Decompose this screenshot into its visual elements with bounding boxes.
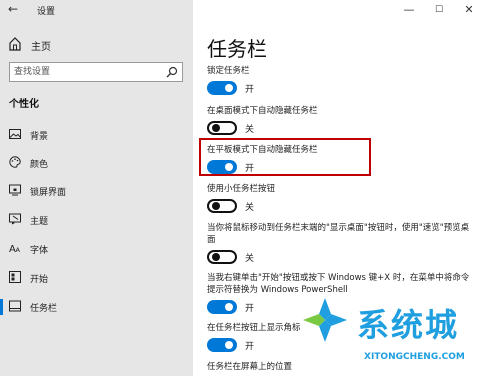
toggle-state-label: 关 (245, 254, 255, 264)
toggle-state-label: 关 (245, 125, 255, 135)
toggle-switch[interactable] (207, 121, 237, 135)
setting-autohide-desktop: 在桌面模式下自动隐藏任务栏 关 (207, 105, 475, 135)
search-icon[interactable] (166, 66, 178, 78)
setting-label: 锁定任务栏 (207, 66, 250, 76)
toggle-switch[interactable] (207, 300, 237, 314)
lock-screen-icon (9, 184, 21, 196)
toggle-switch[interactable] (207, 250, 237, 264)
toggle-state-label: 关 (245, 203, 255, 213)
toggle-state-label: 开 (245, 342, 255, 352)
svg-text:A: A (16, 246, 21, 254)
sidebar-item-fonts[interactable]: A A 字体 (0, 236, 193, 262)
highlight-frame (199, 138, 371, 176)
sidebar-item-themes[interactable]: 主题 (0, 207, 193, 233)
theme-icon (9, 213, 21, 225)
titlebar-left: ← 设置 (0, 0, 193, 20)
toggle-knob (212, 202, 220, 210)
toggle-knob (225, 341, 233, 349)
font-icon: A A (9, 244, 21, 254)
home-label: 主页 (31, 42, 51, 53)
toggle-switch[interactable] (207, 338, 237, 352)
back-arrow-icon[interactable]: ← (8, 2, 18, 16)
toggle-knob (212, 124, 220, 132)
watermark-text: 系统城 (357, 306, 460, 344)
toggle-switch[interactable] (207, 81, 237, 95)
sidebar-item-label: 主题 (30, 217, 49, 227)
setting-label: 使用小任务栏按钮 (207, 184, 276, 194)
toggle-state-label: 开 (245, 85, 255, 95)
sidebar-item-label: 锁屏界面 (30, 188, 67, 198)
setting-lock-taskbar: 锁定任务栏 开 (207, 65, 475, 95)
minimize-button[interactable]: — (395, 1, 423, 19)
setting-small-buttons: 使用小任务栏按钮 关 (207, 183, 475, 213)
toggle-knob (212, 253, 220, 261)
maximize-button[interactable]: ☐ (425, 1, 453, 19)
watermark-logo-icon (303, 298, 347, 342)
sidebar-item-colors[interactable]: 颜色 (0, 150, 193, 176)
home-icon (9, 37, 21, 51)
sidebar: ← 设置 主页 个性化 背景 颜色 (0, 0, 193, 376)
setting-label: 当你将鼠标移动到任务栏末端的"显示桌面"按钮时，使用"速览"预览桌面 (207, 223, 470, 245)
setting-label: 在桌面模式下自动隐藏任务栏 (207, 106, 318, 116)
sidebar-item-label: 颜色 (30, 160, 49, 170)
toggle-switch[interactable] (207, 199, 237, 213)
start-icon (9, 271, 21, 283)
sidebar-item-label: 开始 (30, 275, 49, 285)
sidebar-item-taskbar[interactable]: 任务栏 (0, 294, 193, 320)
setting-label: 当我右键单击"开始"按钮或按下 Windows 键+X 时，在菜单中将命令提示符… (207, 273, 470, 295)
sidebar-item-label: 背景 (30, 132, 49, 142)
toggle-knob (225, 303, 233, 311)
sidebar-item-home[interactable]: 主页 (9, 37, 189, 53)
sidebar-item-start[interactable]: 开始 (0, 265, 193, 291)
page-title: 任务栏 (207, 37, 267, 61)
sidebar-item-lock-screen[interactable]: 锁屏界面 (0, 178, 193, 204)
search-input[interactable] (14, 65, 162, 79)
section-title: 个性化 (9, 99, 39, 110)
image-icon (9, 129, 21, 139)
setting-taskbar-location: 任务栏在屏幕上的位置 (207, 361, 475, 373)
window-title: 设置 (37, 7, 56, 17)
watermark-url: XITONGCHENG.COM (364, 352, 465, 362)
close-button[interactable]: ✕ (455, 1, 480, 19)
taskbar-icon (9, 300, 21, 312)
toggle-knob (225, 84, 233, 92)
sidebar-item-label: 任务栏 (30, 304, 58, 314)
search-box[interactable] (9, 62, 183, 82)
setting-label: 任务栏在屏幕上的位置 (207, 362, 293, 372)
palette-icon (9, 156, 21, 168)
sidebar-item-background[interactable]: 背景 (0, 122, 193, 148)
selection-indicator (0, 299, 3, 315)
sidebar-item-label: 字体 (30, 246, 49, 256)
setting-peek: 当你将鼠标移动到任务栏末端的"显示桌面"按钮时，使用"速览"预览桌面 关 (207, 222, 475, 264)
toggle-state-label: 开 (245, 304, 255, 314)
